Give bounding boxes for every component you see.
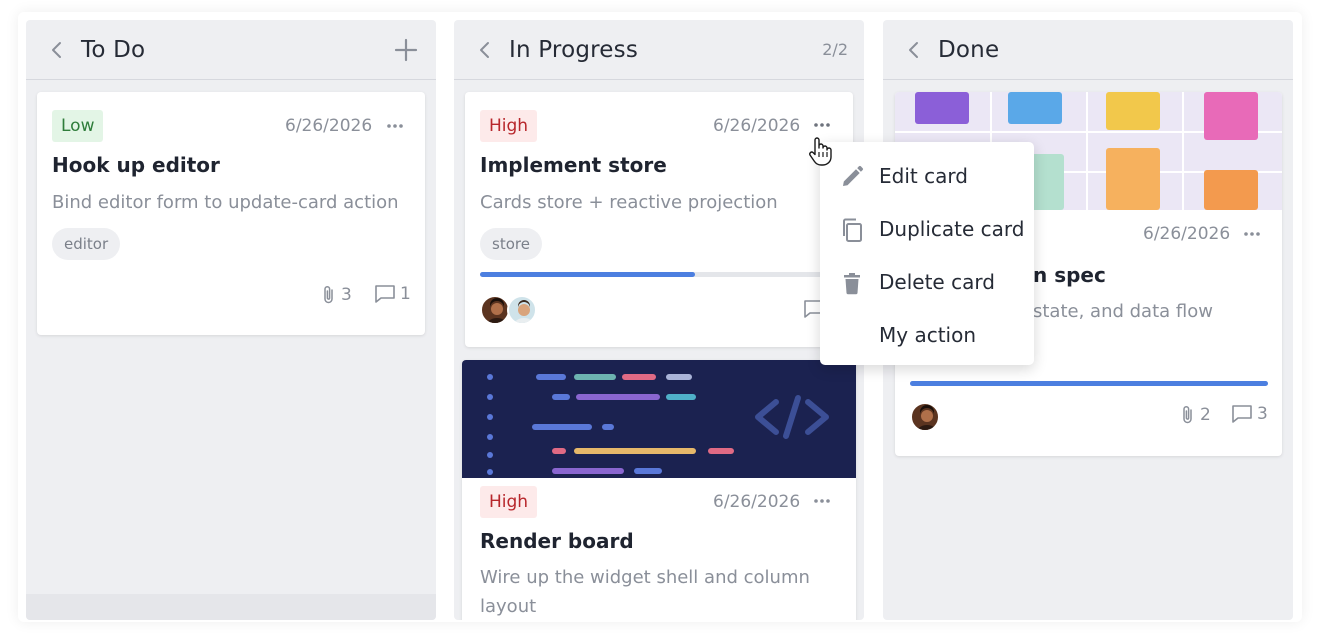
card-title: n spec [1033,263,1106,287]
comment-icon [375,285,395,303]
card-hook-up-editor[interactable]: Low 6/26/2026 Hook up editor Bind editor… [37,92,425,335]
add-card-icon[interactable] [394,38,418,62]
card-render-board[interactable]: High 6/26/2026 Render board Wire up the … [462,360,856,620]
kanban-board: To Do Low 6/26/2026 Hook up editor Bind … [18,12,1302,622]
paperclip-icon [324,285,333,304]
progress-fill [480,272,695,277]
more-options-icon[interactable] [1243,231,1261,237]
card-implement-store[interactable]: High 6/26/2026 Implement store Cards sto… [465,92,853,347]
column-header: To Do [26,20,436,80]
column-header: Done [883,20,1293,80]
menu-item-edit-card[interactable]: Edit card [820,150,1034,203]
card-date: 6/26/2026 [713,492,801,512]
comment-count: 3 [1231,404,1268,424]
progress-fill [910,381,1268,386]
card-title: Render board [480,529,634,553]
card-description: Bind editor form to update-card action [52,192,399,213]
card-date: 6/26/2026 [285,116,373,136]
column-in-progress: In Progress 2/2 High 6/26/2026 Implement… [454,20,864,620]
chevron-left-icon[interactable] [48,38,66,62]
column-title: Done [938,37,1000,63]
avatar[interactable] [507,295,537,325]
trash-icon [844,273,860,295]
menu-item-delete-card[interactable]: Delete card [820,256,1034,309]
card-description: state, and data flow [1033,301,1213,322]
column-footer [26,594,436,620]
comment-icon [1232,405,1252,423]
priority-badge: High [480,486,538,518]
card-tag[interactable]: editor [52,228,121,260]
attachment-count: 3 [321,284,352,306]
attachment-count: 2 [1180,404,1211,426]
card-title: Implement store [480,153,667,177]
card-context-menu: Edit card Duplicate card Delete card My … [820,142,1034,365]
card-title: Hook up editor [52,153,220,177]
avatar[interactable] [480,295,510,325]
avatar[interactable] [910,402,940,432]
chevron-left-icon[interactable] [905,38,923,62]
comment-count: 1 [374,284,411,304]
card-date: 6/26/2026 [1143,224,1231,244]
column-card-count: 2/2 [822,40,848,59]
more-options-icon[interactable] [813,498,831,504]
more-options-icon[interactable] [813,122,831,128]
progress-bar [910,381,1268,386]
menu-item-my-action[interactable]: My action [820,309,1034,362]
column-title: To Do [81,37,146,63]
progress-bar [480,272,838,277]
column-header: In Progress 2/2 [454,20,864,80]
duplicate-icon [843,218,862,242]
priority-badge: Low [52,110,104,142]
card-description: Cards store + reactive projection [480,192,778,213]
more-options-icon[interactable] [386,123,404,129]
chevron-left-icon[interactable] [476,38,494,62]
card-date: 6/26/2026 [713,116,801,136]
column-title: In Progress [509,37,639,63]
menu-item-duplicate-card[interactable]: Duplicate card [820,203,1034,256]
hand-pointer-cursor-icon [809,137,832,166]
card-tag[interactable]: store [480,228,542,260]
card-description: Wire up the widget shell and column layo… [480,567,810,617]
priority-badge: High [480,110,538,142]
code-cover-image [462,360,856,478]
pencil-icon [843,165,864,186]
column-todo: To Do Low 6/26/2026 Hook up editor Bind … [26,20,436,620]
paperclip-icon [1183,405,1192,424]
